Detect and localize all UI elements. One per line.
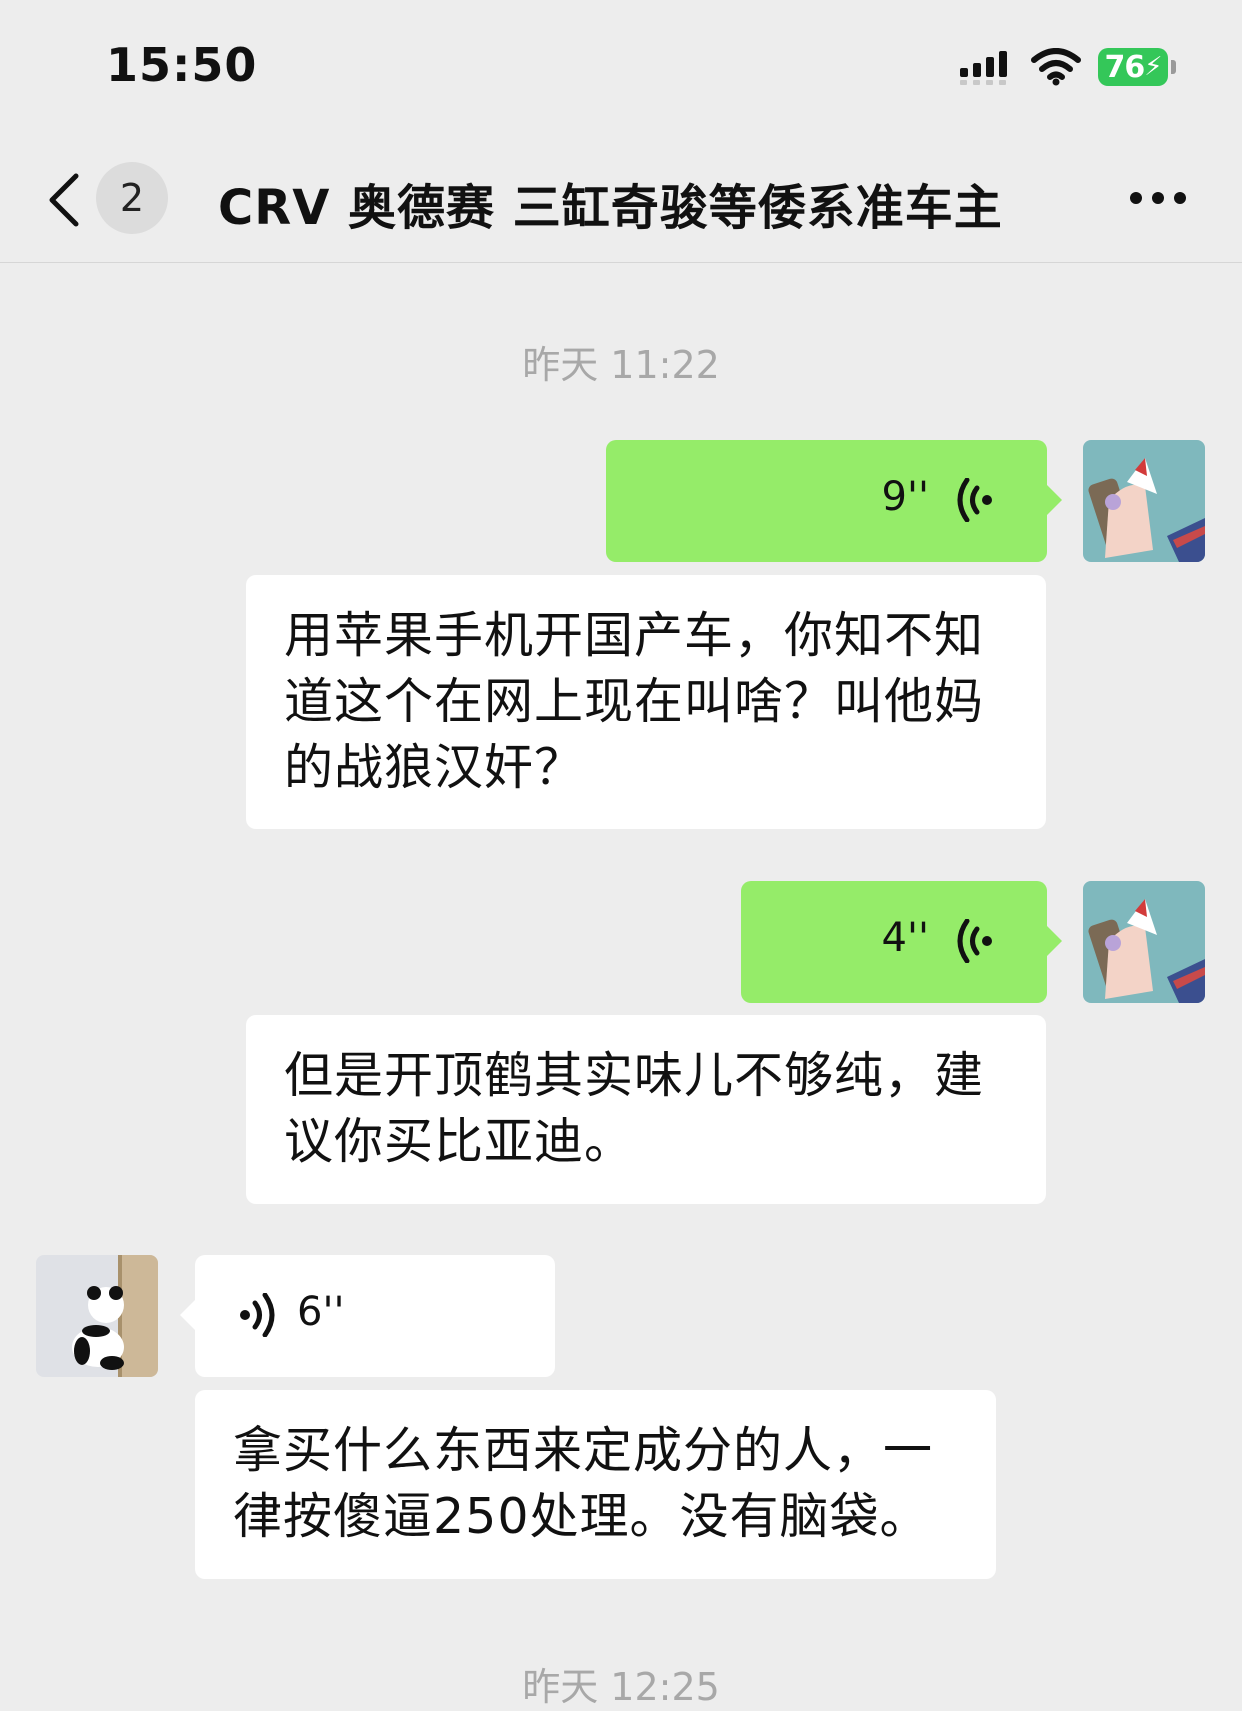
battery-level: 76 xyxy=(1104,49,1145,85)
voice-message-bubble[interactable]: 9'' xyxy=(606,440,1047,562)
voice-wave-icon xyxy=(957,478,992,522)
voice-message-bubble[interactable]: 6'' xyxy=(195,1255,555,1377)
chat-header: 2 CRV 奥德赛 三缸奇骏等倭系准车主 xyxy=(0,140,1242,263)
my-avatar[interactable] xyxy=(1083,440,1205,562)
voice-duration: 4'' xyxy=(881,915,929,961)
text-message-bubble[interactable]: 但是开顶鹤其实味儿不够纯，建议你买比亚迪。 xyxy=(246,1015,1046,1204)
avatar-image xyxy=(36,1255,158,1377)
unread-count-badge[interactable]: 2 xyxy=(96,162,168,234)
avatar-image xyxy=(1083,881,1205,1003)
bubble-tail xyxy=(180,1299,196,1331)
voice-wave-icon xyxy=(957,919,992,963)
chat-title: CRV 奥德赛 三缸奇骏等倭系准车主 xyxy=(218,180,1003,236)
back-chevron-icon[interactable] xyxy=(44,172,84,228)
cellular-signal-icon xyxy=(960,51,1007,85)
avatar-image xyxy=(1083,440,1205,562)
voice-message-bubble[interactable]: 4'' xyxy=(741,881,1047,1003)
my-avatar[interactable] xyxy=(1083,881,1205,1003)
voice-wave-icon xyxy=(240,1293,275,1337)
voice-duration: 6'' xyxy=(297,1289,345,1335)
status-time: 15:50 xyxy=(106,38,258,92)
text-message-bubble[interactable]: 拿买什么东西来定成分的人，一律按傻逼250处理。没有脑袋。 xyxy=(195,1390,996,1579)
text-message-bubble[interactable]: 用苹果手机开国产车，你知不知道这个在网上现在叫啥？叫他妈的战狼汉奸？ xyxy=(246,575,1046,829)
voice-duration: 9'' xyxy=(881,474,929,520)
wifi-icon xyxy=(1031,48,1081,86)
message-timestamp: 昨天 11:22 xyxy=(522,343,720,387)
bubble-tail xyxy=(1046,484,1062,516)
message-text: 拿买什么东西来定成分的人，一律按傻逼250处理。没有脑袋。 xyxy=(233,1422,934,1545)
charging-bolt-icon: ⚡ xyxy=(1144,52,1162,82)
battery-icon: 76 ⚡ xyxy=(1098,48,1178,88)
message-text: 用苹果手机开国产车，你知不知道这个在网上现在叫啥？叫他妈的战狼汉奸？ xyxy=(284,607,985,796)
contact-avatar[interactable] xyxy=(36,1255,158,1377)
message-timestamp: 昨天 12:25 xyxy=(522,1665,720,1709)
status-bar: 15:50 76 ⚡ xyxy=(0,0,1242,140)
more-options-icon[interactable] xyxy=(1128,190,1188,206)
message-text: 但是开顶鹤其实味儿不够纯，建议你买比亚迪。 xyxy=(284,1047,985,1170)
bubble-tail xyxy=(1046,925,1062,957)
